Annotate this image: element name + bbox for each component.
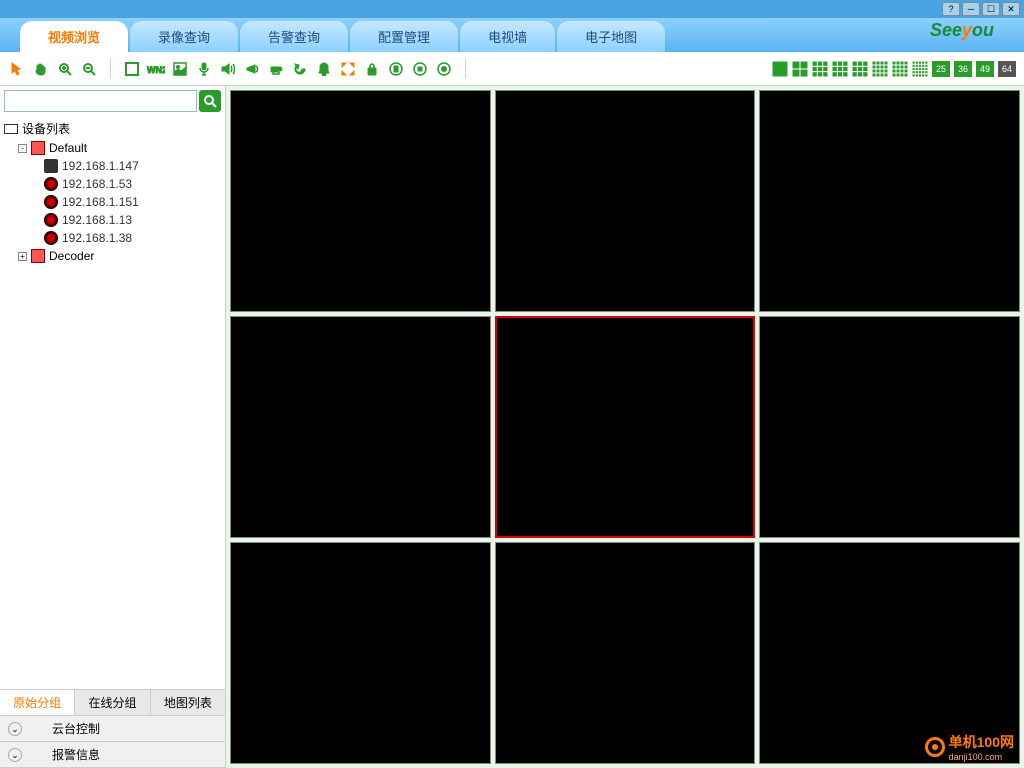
main-content: 设备列表-Default192.168.1.147192.168.1.53192…	[0, 86, 1024, 768]
sidebar: 设备列表-Default192.168.1.147192.168.1.53192…	[0, 86, 226, 768]
layout-grid-6[interactable]	[812, 61, 828, 77]
mic-icon[interactable]	[195, 60, 213, 78]
talk-icon[interactable]	[243, 60, 261, 78]
device-icon	[44, 213, 58, 227]
watermark-icon	[925, 737, 945, 757]
device-icon	[44, 231, 58, 245]
record-icon[interactable]	[435, 60, 453, 78]
tree-group-1[interactable]: +Decoder	[14, 247, 225, 265]
ptz-icon[interactable]	[267, 60, 285, 78]
svg-text:WN2: WN2	[147, 65, 165, 75]
tree-device-0-1[interactable]: 192.168.1.53	[14, 175, 225, 193]
expand-icon[interactable]	[339, 60, 357, 78]
video-cell-5[interactable]	[759, 316, 1020, 538]
lock-icon[interactable]	[363, 60, 381, 78]
layout-num-36[interactable]: 36	[954, 61, 972, 77]
fullscreen-icon[interactable]	[123, 60, 141, 78]
zoom-out-icon[interactable]	[80, 60, 98, 78]
tree-device-0-3[interactable]: 192.168.1.13	[14, 211, 225, 229]
layout-num-25[interactable]: 25	[932, 61, 950, 77]
tree-device-0-0[interactable]: 192.168.1.147	[14, 157, 225, 175]
watermark: 单机100网 danji100.com	[925, 732, 1014, 762]
video-cell-2[interactable]	[759, 90, 1020, 312]
zoom-in-icon[interactable]	[56, 60, 74, 78]
device-root-icon	[4, 124, 18, 134]
tree-group-0[interactable]: -Default	[14, 139, 225, 157]
layout-grid-9[interactable]	[852, 61, 868, 77]
pointer-icon[interactable]	[8, 60, 26, 78]
snapshot-icon[interactable]	[171, 60, 189, 78]
chevron-icon: ⌄	[8, 722, 22, 736]
watermark-sub: danji100.com	[949, 752, 1014, 762]
stop-icon[interactable]	[411, 60, 429, 78]
video-grid	[230, 90, 1020, 764]
search-input[interactable]	[4, 90, 197, 112]
device-tree: 设备列表-Default192.168.1.147192.168.1.53192…	[0, 116, 225, 689]
tree-device-0-2[interactable]: 192.168.1.151	[14, 193, 225, 211]
layout-grid-16[interactable]	[892, 61, 908, 77]
side-tab-0[interactable]: 原始分组	[0, 690, 75, 715]
hand-icon[interactable]	[32, 60, 50, 78]
search-button[interactable]	[199, 90, 221, 112]
toolbar: WN2 25364964	[0, 52, 1024, 86]
layout-grid-20[interactable]	[912, 61, 928, 77]
group-icon	[31, 249, 45, 263]
expand-toggle-icon[interactable]: +	[18, 252, 27, 261]
video-cell-6[interactable]	[230, 542, 491, 764]
maximize-button[interactable]: ☐	[982, 2, 1000, 16]
tab-3[interactable]: 配置管理	[350, 21, 458, 52]
window-titlebar: ? ─ ☐ ✕	[0, 0, 1024, 18]
layout-grid-8[interactable]	[832, 61, 848, 77]
minimize-button[interactable]: ─	[962, 2, 980, 16]
accordion-0[interactable]: ⌄云台控制	[0, 716, 225, 742]
device-icon	[44, 195, 58, 209]
main-tabs: 视频浏览录像查询告警查询配置管理电视墙电子地图 Seeyou	[0, 18, 1024, 52]
tree-root-label: 设备列表	[22, 120, 70, 137]
device-icon	[44, 177, 58, 191]
video-area	[226, 86, 1024, 768]
video-cell-1[interactable]	[495, 90, 756, 312]
alarm-icon[interactable]	[315, 60, 333, 78]
tab-0[interactable]: 视频浏览	[20, 21, 128, 52]
sidebar-tabs: 原始分组在线分组地图列表	[0, 689, 225, 715]
app-logo: Seeyou	[930, 20, 994, 41]
tab-2[interactable]: 告警查询	[240, 21, 348, 52]
layout-num-64[interactable]: 64	[998, 61, 1016, 77]
watermark-title: 单机100网	[949, 732, 1014, 752]
video-cell-3[interactable]	[230, 316, 491, 538]
separator	[465, 59, 466, 79]
separator	[110, 59, 111, 79]
side-tab-1[interactable]: 在线分组	[75, 690, 150, 715]
speaker-icon[interactable]	[219, 60, 237, 78]
help-button[interactable]: ?	[942, 2, 960, 16]
tab-5[interactable]: 电子地图	[557, 21, 665, 52]
pause-icon[interactable]	[387, 60, 405, 78]
accordion: ⌄云台控制⌄报警信息	[0, 715, 225, 768]
group-icon	[31, 141, 45, 155]
video-cell-4[interactable]	[495, 316, 756, 538]
layout-num-49[interactable]: 49	[976, 61, 994, 77]
expand-toggle-icon[interactable]: -	[18, 144, 27, 153]
chevron-icon: ⌄	[8, 748, 22, 762]
device-icon	[44, 159, 58, 173]
tab-4[interactable]: 电视墙	[460, 21, 555, 52]
video-cell-7[interactable]	[495, 542, 756, 764]
close-button[interactable]: ✕	[1002, 2, 1020, 16]
accordion-1[interactable]: ⌄报警信息	[0, 742, 225, 768]
refresh-icon[interactable]	[291, 60, 309, 78]
layout-grid-13[interactable]	[872, 61, 888, 77]
win2-icon[interactable]: WN2	[147, 60, 165, 78]
layout-grid-4[interactable]	[792, 61, 808, 77]
tab-1[interactable]: 录像查询	[130, 21, 238, 52]
layout-grid-1[interactable]	[772, 61, 788, 77]
side-tab-2[interactable]: 地图列表	[151, 690, 225, 715]
video-cell-8[interactable]	[759, 542, 1020, 764]
video-cell-0[interactable]	[230, 90, 491, 312]
tree-device-0-4[interactable]: 192.168.1.38	[14, 229, 225, 247]
